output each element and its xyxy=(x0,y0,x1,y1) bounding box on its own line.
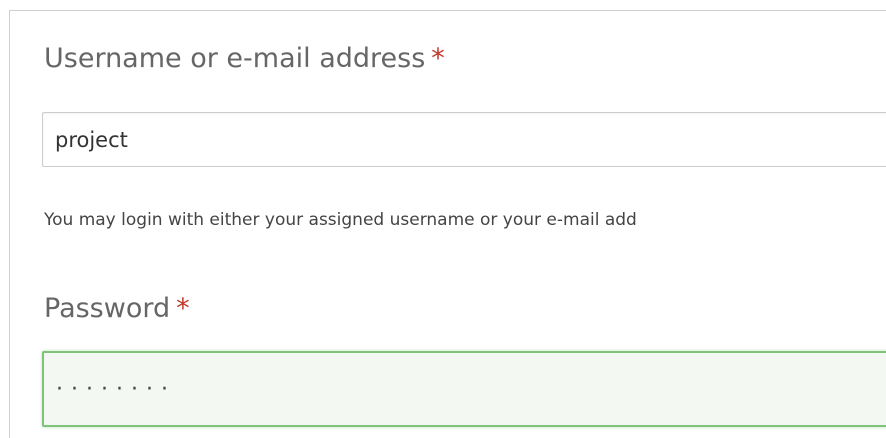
username-required-marker: * xyxy=(431,43,445,74)
username-help-text: You may login with either your assigned … xyxy=(44,210,637,230)
password-input[interactable] xyxy=(42,351,886,427)
username-label-text: Username or e-mail address xyxy=(44,43,426,74)
password-label-text: Password xyxy=(44,293,171,324)
username-input[interactable] xyxy=(42,112,886,167)
username-label: Username or e-mail address * xyxy=(44,43,445,74)
password-label: Password * xyxy=(44,293,190,324)
password-required-marker: * xyxy=(176,293,190,324)
